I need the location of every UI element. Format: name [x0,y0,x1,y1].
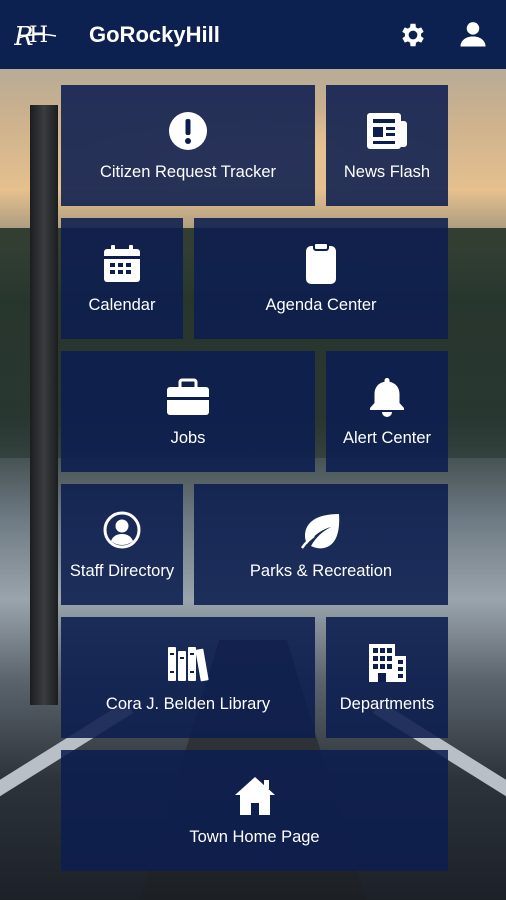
tile-alert-center[interactable]: Alert Center [326,351,448,472]
briefcase-icon [166,375,210,419]
tile-citizen-request-tracker[interactable]: Citizen Request Tracker [61,85,315,206]
tile-label: Town Home Page [189,828,320,846]
tile-staff-directory[interactable]: Staff Directory [61,484,183,605]
tile-agenda-center[interactable]: Agenda Center [194,218,448,339]
home-icon [233,774,277,818]
tile-label: Departments [339,695,435,713]
bell-icon [365,375,409,419]
tile-town-home-page[interactable]: Town Home Page [61,750,448,871]
tile-label: Citizen Request Tracker [99,163,277,181]
app-bar: R H GoRockyHill [0,0,506,69]
tile-departments[interactable]: Departments [326,617,448,738]
tile-label: Staff Directory [69,562,175,580]
user-profile-icon[interactable] [458,19,488,49]
exclamation-circle-icon [166,109,210,153]
rocky-hill-logo: R H [14,22,57,52]
tile-label: Calendar [88,296,156,314]
tile-label: News Flash [343,163,431,181]
tile-jobs[interactable]: Jobs [61,351,315,472]
tile-news-flash[interactable]: News Flash [326,85,448,206]
background-post [30,105,58,705]
tile-calendar[interactable]: Calendar [61,218,183,339]
newspaper-icon [365,109,409,153]
books-icon [166,641,210,685]
calendar-icon [100,242,144,286]
tile-label: Cora J. Belden Library [105,695,271,713]
tile-label: Parks & Recreation [249,562,393,580]
settings-gear-icon[interactable] [398,20,428,50]
app-title: GoRockyHill [89,22,220,47]
tile-parks-recreation[interactable]: Parks & Recreation [194,484,448,605]
tile-label: Jobs [170,429,206,447]
user-circle-icon [100,508,144,552]
tile-cora-j-belden-library[interactable]: Cora J. Belden Library [61,617,315,738]
tile-label: Agenda Center [265,296,377,314]
clipboard-icon [299,242,343,286]
tile-label: Alert Center [342,429,432,447]
building-icon [365,641,409,685]
leaf-icon [299,508,343,552]
